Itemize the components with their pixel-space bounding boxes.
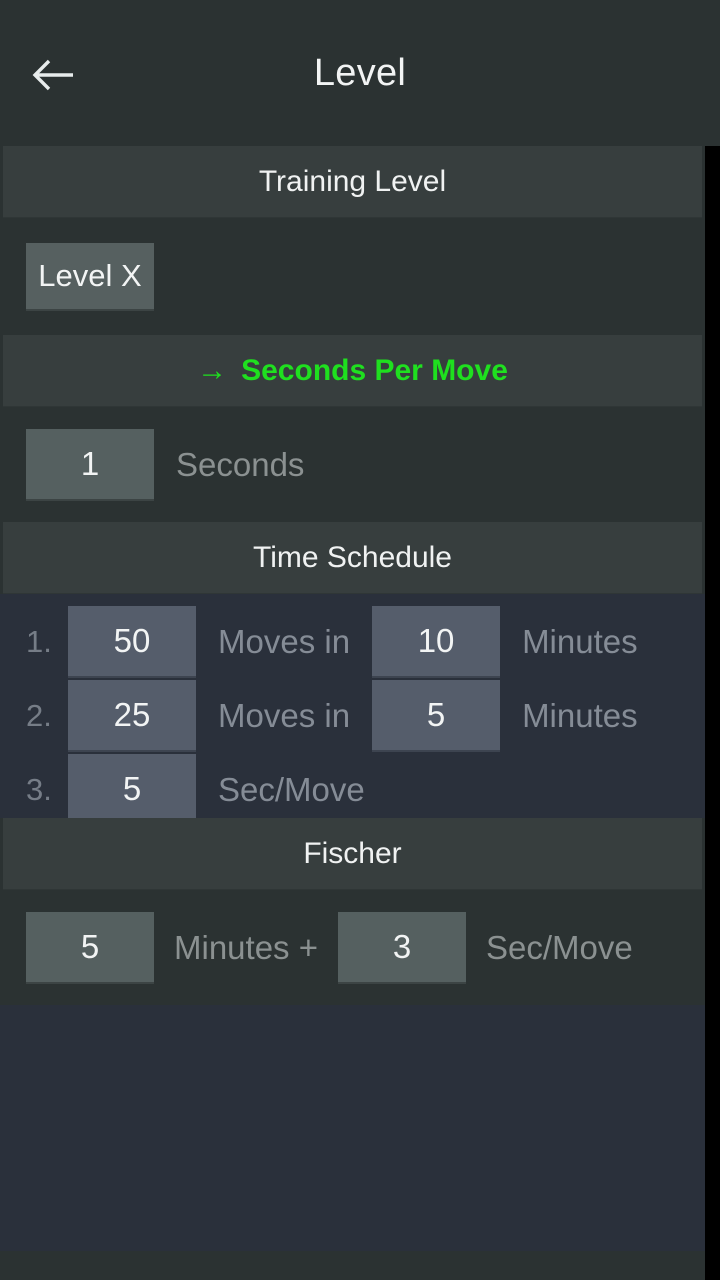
section-fischer: Fischer 5 Minutes + 3 Sec/Move [0, 818, 705, 1005]
time-label: Minutes [522, 697, 638, 734]
section-training-level: Training Level Level X [0, 146, 705, 335]
table-row: 3. 5 Sec/Move [26, 754, 705, 826]
moves-label: Moves in [218, 697, 351, 734]
page-title: Level [313, 52, 407, 94]
row-index: 1. [26, 624, 52, 659]
fischer-header-label: Fischer [303, 836, 402, 870]
fischer-minutes-button[interactable]: 5 [26, 911, 154, 984]
settings-scroll-area[interactable]: Training Level Level X → Seconds Per Mov… [0, 146, 705, 1280]
bottom-filler [0, 1005, 705, 1251]
training-level-header-label: Training Level [258, 164, 447, 198]
row-index: 3. [26, 772, 52, 807]
time-value-button[interactable]: 10 [372, 606, 501, 678]
row-index: 2. [26, 698, 52, 733]
training-level-body: Level X [0, 218, 705, 335]
app-screen: Level Training Level Level X → Seconds P… [0, 0, 720, 1280]
seconds-per-move-body: 1 Seconds [0, 407, 705, 522]
seconds-per-move-unit-label: Seconds [176, 445, 305, 483]
seconds-per-move-header[interactable]: → Seconds Per Move [3, 335, 702, 407]
seconds-per-move-value-button[interactable]: 1 [26, 428, 154, 501]
sec-per-move-label: Sec/Move [218, 771, 365, 808]
section-seconds-per-move: → Seconds Per Move 1 Seconds [0, 335, 705, 522]
table-row: 2. 25 Moves in 5 Minutes [26, 680, 705, 752]
moves-value-button[interactable]: 50 [68, 606, 196, 678]
time-schedule-header-label: Time Schedule [253, 540, 452, 574]
time-schedule-header: Time Schedule [3, 522, 702, 594]
training-level-header: Training Level [3, 146, 702, 218]
arrow-right-icon: → [197, 353, 228, 387]
table-row: 1. 50 Moves in 10 Minutes [26, 606, 705, 678]
fischer-minutes-label: Minutes + [174, 928, 318, 966]
moves-label: Moves in [218, 623, 351, 660]
moves-value-button[interactable]: 25 [68, 680, 196, 752]
scrollbar[interactable] [705, 146, 720, 1280]
app-bar: Level [0, 0, 720, 146]
sec-per-move-value-button[interactable]: 5 [68, 754, 196, 826]
fischer-header: Fischer [3, 818, 702, 890]
level-select-button[interactable]: Level X [26, 242, 154, 311]
fischer-increment-label: Sec/Move [486, 928, 633, 966]
time-label: Minutes [522, 623, 638, 660]
seconds-per-move-header-label: Seconds Per Move [241, 353, 508, 387]
time-value-button[interactable]: 5 [372, 680, 501, 752]
section-time-schedule: Time Schedule 1. 50 Moves in 10 Minutes … [0, 522, 705, 826]
fischer-body: 5 Minutes + 3 Sec/Move [0, 890, 705, 1005]
fischer-increment-button[interactable]: 3 [338, 911, 466, 984]
time-schedule-body: 1. 50 Moves in 10 Minutes 2. 25 Moves in… [0, 594, 705, 826]
